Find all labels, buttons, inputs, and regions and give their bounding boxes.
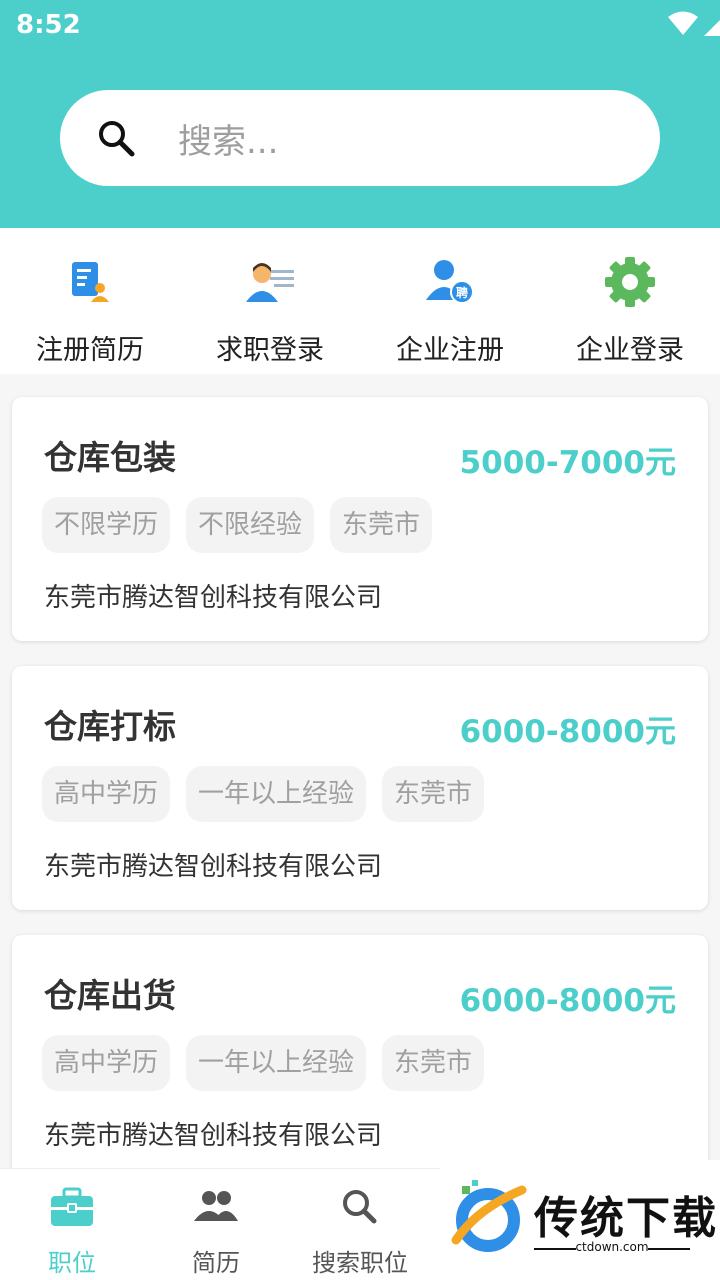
tab-jobs[interactable]: 职位 [0, 1185, 144, 1278]
job-card[interactable]: 仓库打标 6000-8000元 高中学历 一年以上经验 东莞市 东莞市腾达智创科… [12, 666, 708, 910]
job-company: 东莞市腾达智创科技有限公司 [44, 1121, 383, 1151]
watermark-logo-icon [451, 1180, 527, 1252]
search-icon [99, 121, 135, 157]
search-icon [343, 1190, 377, 1224]
experience-tag: 一年以上经验 [186, 766, 367, 822]
quick-item-company-register[interactable]: 聘 企业注册 [360, 256, 540, 367]
job-salary: 5000-7000元 [459, 445, 676, 481]
job-salary: 6000-8000元 [459, 983, 676, 1019]
job-salary: 6000-8000元 [459, 714, 676, 750]
job-tags: 高中学历 一年以上经验 东莞市 [42, 766, 500, 822]
recruit-badge: 聘 [456, 285, 468, 300]
search-input[interactable]: 搜索... [178, 114, 278, 163]
experience-tag: 一年以上经验 [186, 1035, 367, 1091]
tab-label: 职位 [48, 1249, 96, 1277]
quick-item-company-login[interactable]: 企业登录 [540, 256, 720, 367]
tab-label: 搜索职位 [312, 1249, 408, 1277]
job-tags: 高中学历 一年以上经验 东莞市 [42, 1035, 500, 1091]
signal-icon [704, 20, 720, 36]
quick-item-label: 企业注册 [396, 335, 504, 366]
briefcase-icon [51, 1187, 93, 1226]
job-title: 仓库包装 [44, 438, 176, 477]
location-tag: 东莞市 [382, 766, 485, 822]
education-tag: 高中学历 [42, 1035, 171, 1091]
education-tag: 高中学历 [42, 766, 171, 822]
job-seeker-icon [246, 263, 294, 302]
quick-nav: 注册简历 求职登录 聘 企业注册 企业登录 [0, 228, 720, 374]
status-bar: 8:52 [0, 0, 720, 50]
wifi-icon [668, 11, 698, 35]
watermark-title: 传统下载 [534, 1193, 718, 1244]
job-company: 东莞市腾达智创科技有限公司 [44, 583, 383, 613]
location-tag: 东莞市 [382, 1035, 485, 1091]
people-icon [194, 1191, 238, 1221]
tab-resume[interactable]: 简历 [144, 1185, 288, 1278]
quick-item-label: 企业登录 [576, 335, 684, 366]
resume-icon [72, 262, 109, 302]
quick-item-label: 注册简历 [36, 335, 144, 366]
quick-item-register-resume[interactable]: 注册简历 [0, 256, 180, 367]
watermark: 传统下载 ctdown.com [440, 1160, 720, 1280]
experience-tag: 不限经验 [186, 497, 315, 553]
header: 8:52 搜索... [0, 0, 720, 228]
job-company: 东莞市腾达智创科技有限公司 [44, 852, 383, 882]
location-tag: 东莞市 [330, 497, 433, 553]
job-card[interactable]: 仓库包装 5000-7000元 不限学历 不限经验 东莞市 东莞市腾达智创科技有… [12, 397, 708, 641]
gear-icon [605, 257, 655, 307]
education-tag: 不限学历 [42, 497, 171, 553]
quick-item-label: 求职登录 [216, 335, 324, 366]
search-bar[interactable] [60, 90, 660, 186]
job-card[interactable]: 仓库出货 6000-8000元 高中学历 一年以上经验 东莞市 东莞市腾达智创科… [12, 935, 708, 1179]
company-register-icon: 聘 [426, 260, 474, 304]
job-title: 仓库打标 [44, 707, 176, 746]
tab-search-jobs[interactable]: 搜索职位 [288, 1185, 432, 1278]
watermark-subtitle: ctdown.com [534, 1240, 690, 1254]
job-title: 仓库出货 [44, 976, 176, 1015]
job-tags: 不限学历 不限经验 东莞市 [42, 497, 448, 553]
status-time: 8:52 [16, 10, 81, 40]
quick-item-job-seeker-login[interactable]: 求职登录 [180, 256, 360, 367]
tab-label: 简历 [192, 1249, 240, 1277]
